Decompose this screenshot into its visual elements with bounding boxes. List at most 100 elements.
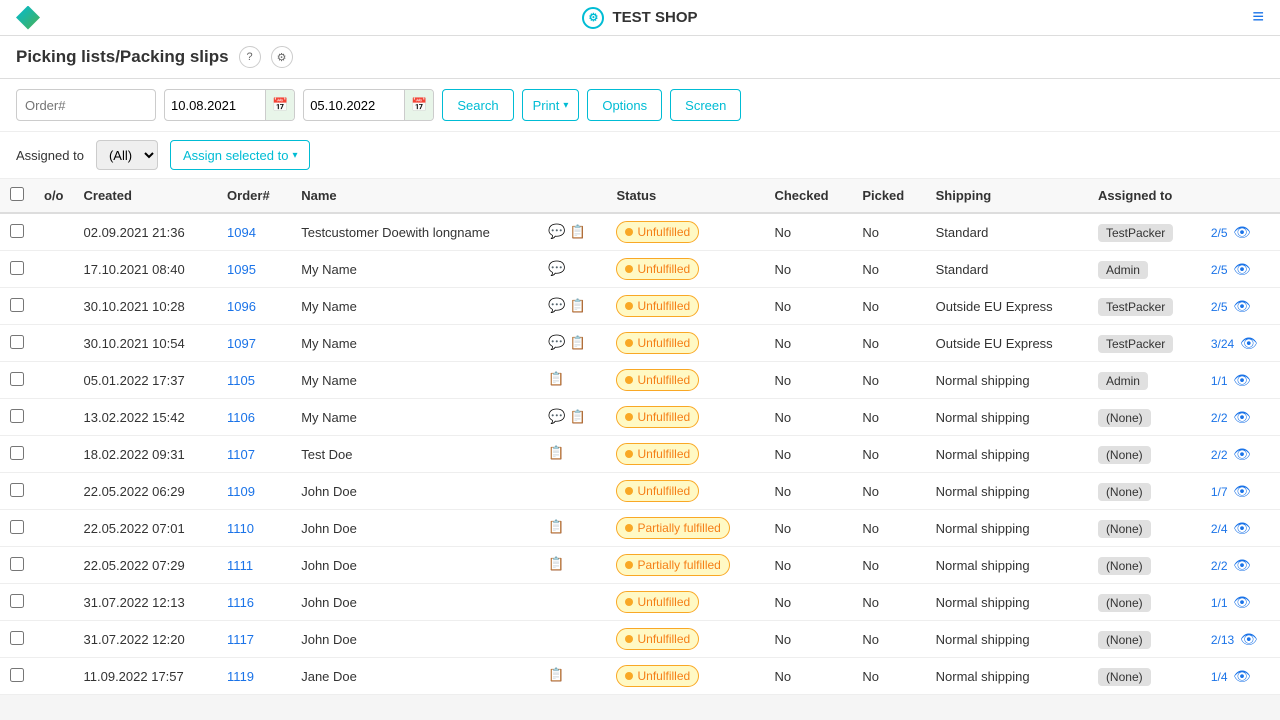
- eye-icon[interactable]: 👁: [1233, 372, 1251, 388]
- td-order[interactable]: 1109: [217, 473, 291, 510]
- options-button[interactable]: Options: [587, 89, 662, 121]
- search-button[interactable]: Search: [442, 89, 513, 121]
- td-order[interactable]: 1107: [217, 436, 291, 473]
- eye-icon[interactable]: 👁: [1233, 668, 1251, 684]
- row-checkbox-cell[interactable]: [0, 621, 34, 658]
- date-to-input[interactable]: [304, 93, 404, 118]
- eye-icon[interactable]: 👁: [1240, 335, 1258, 351]
- eye-icon[interactable]: 👁: [1233, 224, 1251, 240]
- td-order[interactable]: 1094: [217, 213, 291, 251]
- chat-icon[interactable]: 💬: [548, 260, 565, 277]
- count-link[interactable]: 2/5: [1211, 263, 1228, 277]
- td-order[interactable]: 1106: [217, 399, 291, 436]
- count-link[interactable]: 2/2: [1211, 411, 1228, 425]
- row-checkbox-cell[interactable]: [0, 288, 34, 325]
- row-checkbox-cell[interactable]: [0, 547, 34, 584]
- eye-icon[interactable]: 👁: [1233, 261, 1251, 277]
- eye-icon[interactable]: 👁: [1233, 520, 1251, 536]
- row-checkbox-cell[interactable]: [0, 362, 34, 399]
- date-to-calendar-button[interactable]: 📅: [404, 89, 433, 121]
- count-link[interactable]: 1/7: [1211, 485, 1228, 499]
- td-order[interactable]: 1097: [217, 325, 291, 362]
- select-all-header[interactable]: [0, 179, 34, 213]
- row-checkbox[interactable]: [10, 446, 24, 460]
- row-checkbox[interactable]: [10, 409, 24, 423]
- row-checkbox[interactable]: [10, 668, 24, 682]
- count-link[interactable]: 2/5: [1211, 300, 1228, 314]
- row-checkbox-cell[interactable]: [0, 213, 34, 251]
- count-link[interactable]: 1/1: [1211, 374, 1228, 388]
- print-button[interactable]: Print ▾: [522, 89, 580, 121]
- settings-button[interactable]: ⚙: [271, 46, 293, 68]
- row-checkbox-cell[interactable]: [0, 436, 34, 473]
- screen-button[interactable]: Screen: [670, 89, 741, 121]
- count-link[interactable]: 2/5: [1211, 226, 1228, 240]
- td-oo: [34, 658, 74, 695]
- order-number-input[interactable]: [16, 89, 156, 121]
- hamburger-icon[interactable]: ≡: [1252, 6, 1264, 28]
- row-checkbox[interactable]: [10, 594, 24, 608]
- count-link[interactable]: 2/2: [1211, 559, 1228, 573]
- row-checkbox[interactable]: [10, 557, 24, 571]
- eye-icon[interactable]: 👁: [1233, 409, 1251, 425]
- count-link[interactable]: 2/2: [1211, 448, 1228, 462]
- row-checkbox-cell[interactable]: [0, 658, 34, 695]
- count-link[interactable]: 1/1: [1211, 596, 1228, 610]
- count-link[interactable]: 2/4: [1211, 522, 1228, 536]
- row-checkbox-cell[interactable]: [0, 473, 34, 510]
- copy-icon[interactable]: 📋: [570, 224, 586, 240]
- row-checkbox-cell[interactable]: [0, 251, 34, 288]
- row-checkbox[interactable]: [10, 224, 24, 238]
- select-all-checkbox[interactable]: [10, 187, 24, 201]
- row-checkbox[interactable]: [10, 372, 24, 386]
- copy-icon[interactable]: 📋: [570, 298, 586, 314]
- eye-icon[interactable]: 👁: [1233, 594, 1251, 610]
- chat-icon[interactable]: 💬: [548, 223, 565, 240]
- eye-icon[interactable]: 👁: [1233, 557, 1251, 573]
- td-order[interactable]: 1096: [217, 288, 291, 325]
- td-order[interactable]: 1095: [217, 251, 291, 288]
- eye-icon[interactable]: 👁: [1233, 483, 1251, 499]
- copy-icon[interactable]: 📋: [570, 335, 586, 351]
- copy-icon[interactable]: 📋: [570, 409, 586, 425]
- row-checkbox[interactable]: [10, 631, 24, 645]
- status-badge: Unfulfilled: [616, 369, 699, 391]
- td-order[interactable]: 1117: [217, 621, 291, 658]
- td-order[interactable]: 1105: [217, 362, 291, 399]
- row-checkbox-cell[interactable]: [0, 399, 34, 436]
- td-order[interactable]: 1116: [217, 584, 291, 621]
- row-checkbox[interactable]: [10, 335, 24, 349]
- eye-icon[interactable]: 👁: [1240, 631, 1258, 647]
- chat-icon[interactable]: 💬: [548, 408, 565, 425]
- assigned-to-select[interactable]: (All): [96, 140, 158, 170]
- hamburger-menu[interactable]: ≡: [1252, 6, 1264, 29]
- td-order[interactable]: 1110: [217, 510, 291, 547]
- help-button[interactable]: ?: [239, 46, 261, 68]
- copy-icon[interactable]: 📋: [548, 445, 564, 461]
- count-link[interactable]: 1/4: [1211, 670, 1228, 684]
- copy-icon[interactable]: 📋: [548, 519, 564, 535]
- copy-icon[interactable]: 📋: [548, 667, 564, 683]
- count-link[interactable]: 2/13: [1211, 633, 1234, 647]
- row-checkbox[interactable]: [10, 520, 24, 534]
- chat-icon[interactable]: 💬: [548, 297, 565, 314]
- date-from-calendar-button[interactable]: 📅: [265, 89, 294, 121]
- assign-selected-button[interactable]: Assign selected to ▾: [170, 140, 311, 170]
- td-order[interactable]: 1119: [217, 658, 291, 695]
- eye-icon[interactable]: 👁: [1233, 298, 1251, 314]
- copy-icon[interactable]: 📋: [548, 556, 564, 572]
- th-shipping: Shipping: [926, 179, 1088, 213]
- td-checked: No: [764, 547, 852, 584]
- row-checkbox-cell[interactable]: [0, 510, 34, 547]
- row-checkbox[interactable]: [10, 261, 24, 275]
- td-order[interactable]: 1111: [217, 547, 291, 584]
- count-link[interactable]: 3/24: [1211, 337, 1234, 351]
- row-checkbox[interactable]: [10, 298, 24, 312]
- chat-icon[interactable]: 💬: [548, 334, 565, 351]
- row-checkbox-cell[interactable]: [0, 325, 34, 362]
- date-from-input[interactable]: [165, 93, 265, 118]
- eye-icon[interactable]: 👁: [1233, 446, 1251, 462]
- row-checkbox-cell[interactable]: [0, 584, 34, 621]
- row-checkbox[interactable]: [10, 483, 24, 497]
- copy-icon[interactable]: 📋: [548, 371, 564, 387]
